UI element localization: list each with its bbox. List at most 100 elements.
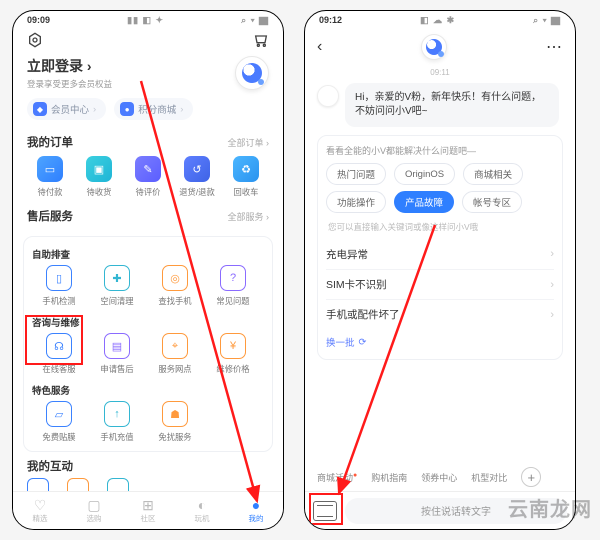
svc-topup[interactable]: ↑手机充值 — [88, 401, 146, 443]
person-icon: ● — [252, 498, 260, 512]
form-icon: ▤ — [112, 340, 122, 353]
service-group1-title: 自助排查 — [32, 247, 264, 261]
pill-row: ◆ 会员中心 › ● 积分商城 › — [13, 90, 283, 130]
chevron-right-icon: › — [550, 309, 554, 321]
refund-icon: ↺ — [192, 163, 201, 176]
chat-icon: ✎ — [143, 163, 152, 176]
back-button[interactable]: ‹ — [317, 38, 322, 56]
keyboard-icon[interactable] — [313, 501, 337, 521]
chip-function[interactable]: 功能操作 — [326, 191, 386, 213]
bot-avatar-bubble — [317, 85, 339, 107]
locate-icon: ◎ — [170, 272, 180, 285]
price-icon: ¥ — [230, 340, 236, 352]
refresh-button[interactable]: 换一批⟳ — [326, 335, 554, 349]
diamond-icon: ◆ — [33, 102, 47, 116]
bot-avatar-header — [421, 34, 447, 60]
game-icon: ◐ — [198, 498, 206, 512]
broom-icon: ✚ — [112, 272, 121, 285]
tabbar: ♡精选 ▢选购 ⊞社区 ◐玩机 ●我的 — [13, 491, 283, 529]
topup-icon: ↑ — [114, 408, 120, 420]
link-charge[interactable]: 充电异常› — [326, 239, 554, 269]
quick-add-button[interactable]: + — [521, 467, 541, 487]
svc-faq[interactable]: ?常见问题 — [204, 265, 262, 307]
status-right-icons: ⌕ ▾ ▇ — [241, 15, 269, 26]
more-button[interactable]: ⋯ — [546, 37, 563, 57]
quick-activity[interactable]: 商城活动● — [317, 471, 357, 484]
tab-play[interactable]: ◐玩机 — [195, 498, 210, 524]
svc-dnd[interactable]: ☗免扰服务 — [146, 401, 204, 443]
login-title[interactable]: 立即登录 › — [27, 56, 112, 76]
login-row: 立即登录 › 登录享受更多会员权益 — [13, 54, 283, 90]
order-pending-pay[interactable]: ▭待付款 — [27, 156, 73, 198]
chip-fault[interactable]: 产品故障 — [394, 191, 454, 213]
link-broken[interactable]: 手机或配件坏了› — [326, 299, 554, 329]
chat-timestamp: 09:11 — [305, 68, 575, 77]
pill-points[interactable]: ● 积分商城 › — [114, 98, 193, 120]
tab-community[interactable]: ⊞社区 — [141, 498, 156, 524]
svc-online-cs[interactable]: ☊在线客服 — [30, 333, 88, 375]
svc-locations[interactable]: ⌖服务网点 — [146, 333, 204, 375]
question-icon: ? — [230, 272, 236, 284]
tab-mine[interactable]: ●我的 — [249, 498, 264, 524]
grid-icon: ⊞ — [142, 498, 154, 512]
svc-apply-after[interactable]: ▤申请售后 — [88, 333, 146, 375]
quick-row: 商城活动● 购机指南 领券中心 机型对比 + — [305, 463, 575, 491]
chip-hot[interactable]: 热门问题 — [326, 163, 386, 185]
service-group2-title: 咨询与维修 — [32, 315, 264, 329]
svc-clean[interactable]: ✚空间清理 — [88, 265, 146, 307]
cart-icon[interactable] — [253, 32, 269, 48]
bag-icon: ▢ — [87, 498, 100, 512]
link-list: 充电异常› SIM卡不识别› 手机或配件坏了› — [326, 239, 554, 329]
order-refund[interactable]: ↺退货/退款 — [174, 156, 220, 198]
recycle-icon: ♻ — [241, 163, 251, 176]
help-hint: 您可以直接输入关键词或像这样问小V哦 — [328, 221, 552, 233]
orders-title: 我的订单 — [27, 134, 73, 150]
headset-icon: ☊ — [54, 340, 64, 353]
chevron-right-icon: › — [550, 248, 554, 260]
login-subtitle: 登录享受更多会员权益 — [27, 78, 112, 90]
svc-film[interactable]: ▱免费贴膜 — [30, 401, 88, 443]
pin-icon: ⌖ — [172, 340, 178, 353]
pill-member[interactable]: ◆ 会员中心 › — [27, 98, 106, 120]
order-pending-review[interactable]: ✎待评价 — [125, 156, 171, 198]
status-bar-right: 09:12 ◧ ☁ ✱ ⌕ ▾ ▇ — [305, 11, 575, 28]
refresh-icon: ⟳ — [359, 337, 367, 348]
status-time: 09:09 — [27, 15, 50, 26]
service-more[interactable]: 全部服务 › — [228, 210, 270, 223]
quick-coupon[interactable]: 领券中心 — [421, 471, 457, 484]
section-service-header: 售后服务 全部服务 › — [13, 204, 283, 232]
avatar[interactable] — [235, 56, 269, 90]
status-time-right: 09:12 — [319, 15, 342, 26]
chevron-right-icon: › — [550, 279, 554, 291]
chip-account[interactable]: 帐号专区 — [462, 191, 522, 213]
quick-guide[interactable]: 购机指南 — [371, 471, 407, 484]
phone-chat: 09:12 ◧ ☁ ✱ ⌕ ▾ ▇ ‹ ⋯ 09:11 Hi，亲爱的V粉，新年快… — [304, 10, 576, 530]
film-icon: ▱ — [55, 408, 63, 421]
status-icons-right: ◧ ☁ ✱ — [420, 15, 455, 26]
header — [13, 28, 283, 54]
status-icons: ▮▮ ◧ ✦ — [127, 15, 164, 26]
link-sim[interactable]: SIM卡不识别› — [326, 269, 554, 299]
chip-originos[interactable]: OriginOS — [394, 163, 455, 185]
svc-price[interactable]: ¥维修价格 — [204, 333, 262, 375]
chat-header: ‹ ⋯ — [305, 28, 575, 64]
coin-icon: ● — [120, 102, 134, 116]
wallet-icon: ▭ — [45, 163, 55, 176]
phone-icon: ▯ — [56, 272, 62, 285]
tab-shop[interactable]: ▢选购 — [87, 498, 102, 524]
svc-phone-check[interactable]: ▯手机检测 — [30, 265, 88, 307]
svc-find[interactable]: ◎查找手机 — [146, 265, 204, 307]
order-recycle[interactable]: ♻回收车 — [223, 156, 269, 198]
shield-icon: ☗ — [170, 408, 180, 421]
chip-mall[interactable]: 商城相关 — [463, 163, 523, 185]
interact-title: 我的互动 — [13, 458, 283, 478]
quick-compare[interactable]: 机型对比 — [471, 471, 507, 484]
status-right-icons-right: ⌕ ▾ ▇ — [533, 15, 561, 26]
phone-mine: 09:09 ▮▮ ◧ ✦ ⌕ ▾ ▇ 立即登录 › 登录享受更多会员权益 ◆ 会… — [12, 10, 284, 530]
settings-icon[interactable] — [27, 32, 43, 48]
section-orders: 我的订单 全部订单 › ▭待付款 ▣待收货 ✎待评价 ↺退货/退款 ♻回收车 — [13, 130, 283, 204]
order-pending-recv[interactable]: ▣待收货 — [76, 156, 122, 198]
tab-featured[interactable]: ♡精选 — [33, 498, 48, 524]
orders-more[interactable]: 全部订单 › — [228, 136, 270, 149]
heart-icon: ♡ — [34, 498, 47, 512]
